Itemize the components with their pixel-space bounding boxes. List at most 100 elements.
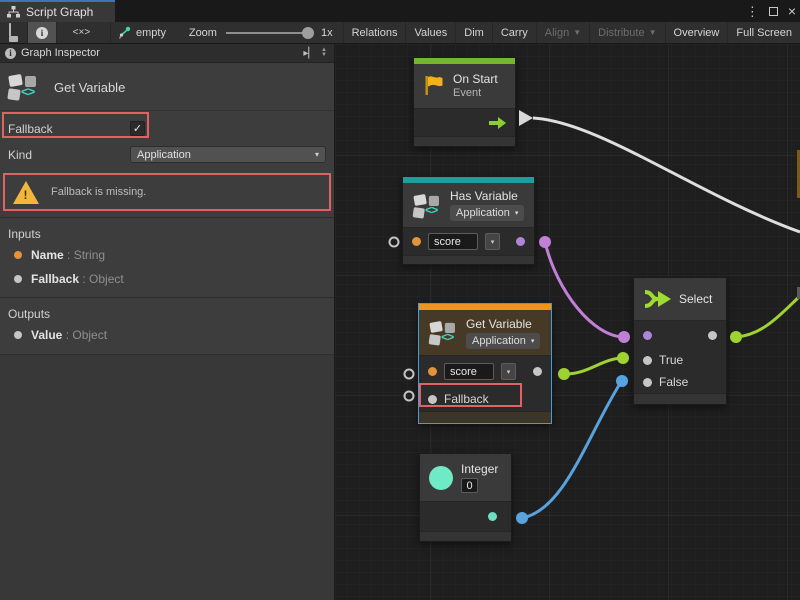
dock-panel-icon[interactable]: ▸▏ — [303, 48, 316, 59]
info-icon: i — [5, 48, 16, 59]
fallback-checkbox[interactable]: ✓ — [130, 121, 145, 136]
inspector-toggle-button[interactable]: i — [28, 22, 57, 43]
variable-name-dropdown-button[interactable]: ▾ — [501, 363, 516, 380]
false-port-label: False — [659, 375, 688, 389]
variable-icon: <> — [413, 193, 441, 218]
input-item-fallback: Fallback : Object — [0, 267, 334, 291]
unconnected-port-stub[interactable] — [404, 369, 415, 380]
zoom-slider-handle[interactable] — [302, 27, 314, 39]
wire-endpoint-green[interactable] — [558, 368, 570, 380]
close-icon[interactable]: × — [788, 4, 796, 18]
wire-endpoint-blue[interactable] — [616, 375, 628, 387]
zoom-control: Zoom 1x — [183, 22, 344, 43]
carry-button[interactable]: Carry — [493, 22, 537, 43]
kind-property-label: Kind — [8, 148, 130, 162]
condition-input-port[interactable] — [643, 331, 652, 340]
wire-on-start[interactable] — [533, 118, 800, 232]
wire-endpoint-purple[interactable] — [539, 236, 551, 248]
wire-endpoint-green[interactable] — [617, 352, 629, 364]
dim-button[interactable]: Dim — [456, 22, 493, 43]
code-preview-button[interactable]: <×> — [65, 22, 99, 43]
inspector-empty-area — [0, 354, 334, 600]
node-on-start[interactable]: On Start Event — [413, 57, 516, 147]
wire-get-variable-to-true[interactable] — [564, 358, 622, 374]
chevron-down-icon: ▼ — [573, 28, 581, 37]
node-has-variable[interactable]: <> Has Variable Application ▾ score ▾ — [402, 176, 535, 265]
node-integer[interactable]: Integer 0 — [419, 453, 512, 542]
values-button[interactable]: Values — [406, 22, 456, 43]
wire-endpoint-blue[interactable] — [516, 512, 528, 524]
inputs-section-header: Inputs — [0, 218, 334, 243]
port-dot-gray — [14, 331, 22, 339]
connection-icon — [117, 26, 131, 40]
zoom-label: Zoom — [189, 27, 217, 39]
node-title: Has Variable — [450, 189, 524, 203]
exec-wire-start-triangle[interactable] — [519, 110, 533, 126]
kind-property-row: Kind Application ▾ — [0, 143, 334, 166]
chevron-down-icon: ▼ — [649, 28, 657, 37]
variable-name-dropdown-button[interactable]: ▾ — [485, 233, 500, 250]
name-input-port[interactable] — [412, 237, 421, 246]
integer-output-port[interactable] — [488, 512, 497, 521]
chevron-down-icon: ▾ — [515, 209, 519, 217]
lock-icon — [9, 24, 18, 42]
window-menu-icon[interactable]: ⋮ — [746, 5, 759, 18]
zoom-slider[interactable] — [226, 32, 312, 34]
graph-reference-label: empty — [136, 27, 166, 39]
wire-endpoint-purple[interactable] — [618, 331, 630, 343]
kind-dropdown[interactable]: Application ▾ — [130, 146, 326, 163]
integer-value-field[interactable]: 0 — [461, 478, 478, 493]
result-output-port[interactable] — [516, 237, 525, 246]
wires-layer — [335, 44, 800, 600]
variable-kind-dropdown[interactable]: Application ▾ — [466, 333, 540, 349]
lock-button[interactable] — [0, 22, 28, 43]
value-output-port[interactable] — [533, 367, 542, 376]
unconnected-port-stub[interactable] — [389, 237, 400, 248]
fullscreen-button[interactable]: Full Screen — [728, 22, 800, 43]
inspector-header-bar: i Graph Inspector ▸▏ ▲ ▼ — [0, 44, 334, 63]
false-input-port[interactable] — [643, 378, 652, 387]
true-input-port[interactable] — [643, 356, 652, 365]
chevron-down-icon: ▾ — [315, 150, 319, 159]
panel-scroll-arrows[interactable]: ▲ ▼ — [321, 48, 329, 58]
variable-kind-dropdown[interactable]: Application ▾ — [450, 205, 524, 221]
wire-has-variable-to-select[interactable] — [545, 242, 623, 337]
overview-button[interactable]: Overview — [666, 22, 729, 43]
code-icon: <×> — [73, 27, 91, 38]
unit-title: Get Variable — [54, 80, 125, 95]
variable-name-field[interactable]: score — [428, 233, 478, 250]
distribute-button: Distribute▼ — [590, 22, 665, 43]
wire-endpoint-green[interactable] — [730, 331, 742, 343]
name-input-port[interactable] — [428, 367, 437, 376]
inspected-unit-header: <> Get Variable — [0, 63, 334, 111]
scroll-down-icon[interactable]: ▼ — [321, 53, 327, 58]
selection-output-port[interactable] — [708, 331, 717, 340]
flag-icon — [423, 75, 445, 97]
outputs-section-header: Outputs — [0, 298, 334, 323]
wire-select-output[interactable] — [736, 296, 800, 337]
node-title: Get Variable — [466, 317, 540, 331]
graph-inspector-panel: i Graph Inspector ▸▏ ▲ ▼ <> Get Variable… — [0, 44, 335, 600]
fallback-property-label: Fallback — [8, 122, 130, 136]
node-select[interactable]: Select True False — [633, 277, 727, 405]
node-title: On Start — [453, 72, 498, 86]
variable-icon: <> — [8, 73, 42, 103]
tab-script-graph[interactable]: Script Graph — [0, 0, 115, 22]
unconnected-port-stub[interactable] — [404, 391, 415, 402]
fallback-input-port[interactable] — [428, 395, 437, 404]
variable-name-field[interactable]: score — [444, 363, 494, 380]
maximize-icon[interactable] — [769, 7, 778, 16]
graph-canvas[interactable]: On Start Event <> Has Variable — [335, 44, 800, 600]
variable-icon: <> — [429, 320, 457, 345]
warning-box: ! Fallback is missing. — [3, 173, 331, 211]
inspector-title: Graph Inspector — [21, 47, 100, 59]
output-item-value: Value : Object — [0, 323, 334, 347]
relations-button[interactable]: Relations — [344, 22, 407, 43]
warning-icon: ! — [13, 181, 39, 204]
node-get-variable[interactable]: <> Get Variable Application ▾ score ▾ — [418, 303, 552, 424]
fallback-property-row: Fallback ✓ — [0, 117, 334, 140]
graph-reference-group[interactable]: empty — [111, 22, 172, 43]
port-dot-gray — [14, 275, 22, 283]
exec-output-port[interactable] — [489, 117, 506, 129]
node-subtitle: Event — [453, 86, 498, 100]
